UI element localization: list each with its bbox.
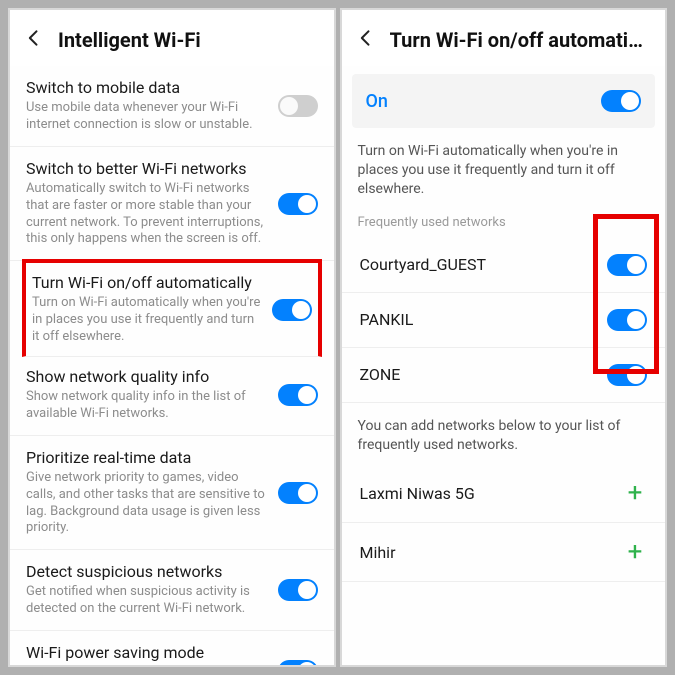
toggle[interactable]: [278, 579, 318, 601]
back-icon[interactable]: [24, 28, 44, 52]
toggle[interactable]: [607, 254, 647, 276]
page-title: Intelligent Wi-Fi: [58, 28, 320, 52]
item-desc: Automatically switch to Wi-Fi networks t…: [26, 181, 268, 249]
network-name: Laxmi Niwas 5G: [360, 484, 612, 503]
item-desc: Turn on Wi-Fi automatically when you're …: [32, 295, 262, 346]
toggle[interactable]: [278, 660, 318, 665]
on-label: On: [366, 91, 388, 112]
network-name: Courtyard_GUEST: [360, 255, 596, 274]
toggle[interactable]: [607, 364, 647, 386]
plus-icon[interactable]: +: [623, 480, 647, 506]
toggle[interactable]: [278, 384, 318, 406]
header: Turn Wi-Fi on/off automatic…: [342, 10, 666, 66]
network-row[interactable]: Courtyard_GUEST: [342, 238, 666, 293]
toggle[interactable]: [278, 193, 318, 215]
back-icon[interactable]: [356, 28, 376, 52]
item-desc: Give network priority to games, video ca…: [26, 470, 268, 538]
toggle[interactable]: [272, 299, 312, 321]
detail-content: On Turn on Wi-Fi automatically when you'…: [342, 66, 666, 665]
toggle[interactable]: [607, 309, 647, 331]
page-title: Turn Wi-Fi on/off automatic…: [390, 28, 652, 52]
item-desc: Get notified when suspicious activity is…: [26, 584, 268, 618]
item-title: Switch to mobile data: [26, 78, 268, 98]
toggle[interactable]: [278, 482, 318, 504]
item-title: Detect suspicious networks: [26, 562, 268, 582]
item-wifi-power-saving[interactable]: Wi-Fi power saving mode Reduce battery u…: [10, 631, 334, 665]
item-desc: Use mobile data whenever your Wi-Fi inte…: [26, 100, 268, 134]
item-switch-better-wifi[interactable]: Switch to better Wi-Fi networks Automati…: [10, 147, 334, 262]
network-row[interactable]: ZONE: [342, 348, 666, 403]
item-title: Switch to better Wi-Fi networks: [26, 159, 268, 179]
toggle[interactable]: [278, 95, 318, 117]
feature-description: Turn on Wi-Fi automatically when you're …: [342, 128, 666, 209]
network-name: PANKIL: [360, 310, 596, 329]
section-frequent-label: Frequently used networks: [342, 209, 666, 238]
item-switch-mobile-data[interactable]: Switch to mobile data Use mobile data wh…: [10, 66, 334, 147]
item-desc: Show network quality info in the list of…: [26, 389, 268, 423]
plus-icon[interactable]: +: [623, 539, 647, 565]
add-network-row[interactable]: Laxmi Niwas 5G +: [342, 464, 666, 523]
toggle[interactable]: [601, 90, 641, 112]
item-title: Turn Wi-Fi on/off automatically: [32, 273, 262, 293]
item-prioritize-realtime[interactable]: Prioritize real-time data Give network p…: [10, 436, 334, 551]
item-turn-wifi-auto[interactable]: Turn Wi-Fi on/off automatically Turn on …: [22, 259, 322, 357]
screen-turn-wifi-auto: Turn Wi-Fi on/off automatic… On Turn on …: [340, 8, 668, 667]
screen-intelligent-wifi: Intelligent Wi-Fi Switch to mobile data …: [8, 8, 336, 667]
item-title: Show network quality info: [26, 367, 268, 387]
network-name: Mihir: [360, 543, 612, 562]
network-name: ZONE: [360, 365, 596, 384]
add-note: You can add networks below to your list …: [342, 403, 666, 465]
item-detect-suspicious[interactable]: Detect suspicious networks Get notified …: [10, 550, 334, 631]
network-row[interactable]: PANKIL: [342, 293, 666, 348]
item-title: Prioritize real-time data: [26, 448, 268, 468]
header: Intelligent Wi-Fi: [10, 10, 334, 66]
item-show-quality[interactable]: Show network quality info Show network q…: [10, 355, 334, 436]
settings-list: Switch to mobile data Use mobile data wh…: [10, 66, 334, 665]
add-network-row[interactable]: Mihir +: [342, 523, 666, 582]
item-title: Wi-Fi power saving mode: [26, 643, 268, 663]
master-toggle-row[interactable]: On: [352, 74, 656, 128]
